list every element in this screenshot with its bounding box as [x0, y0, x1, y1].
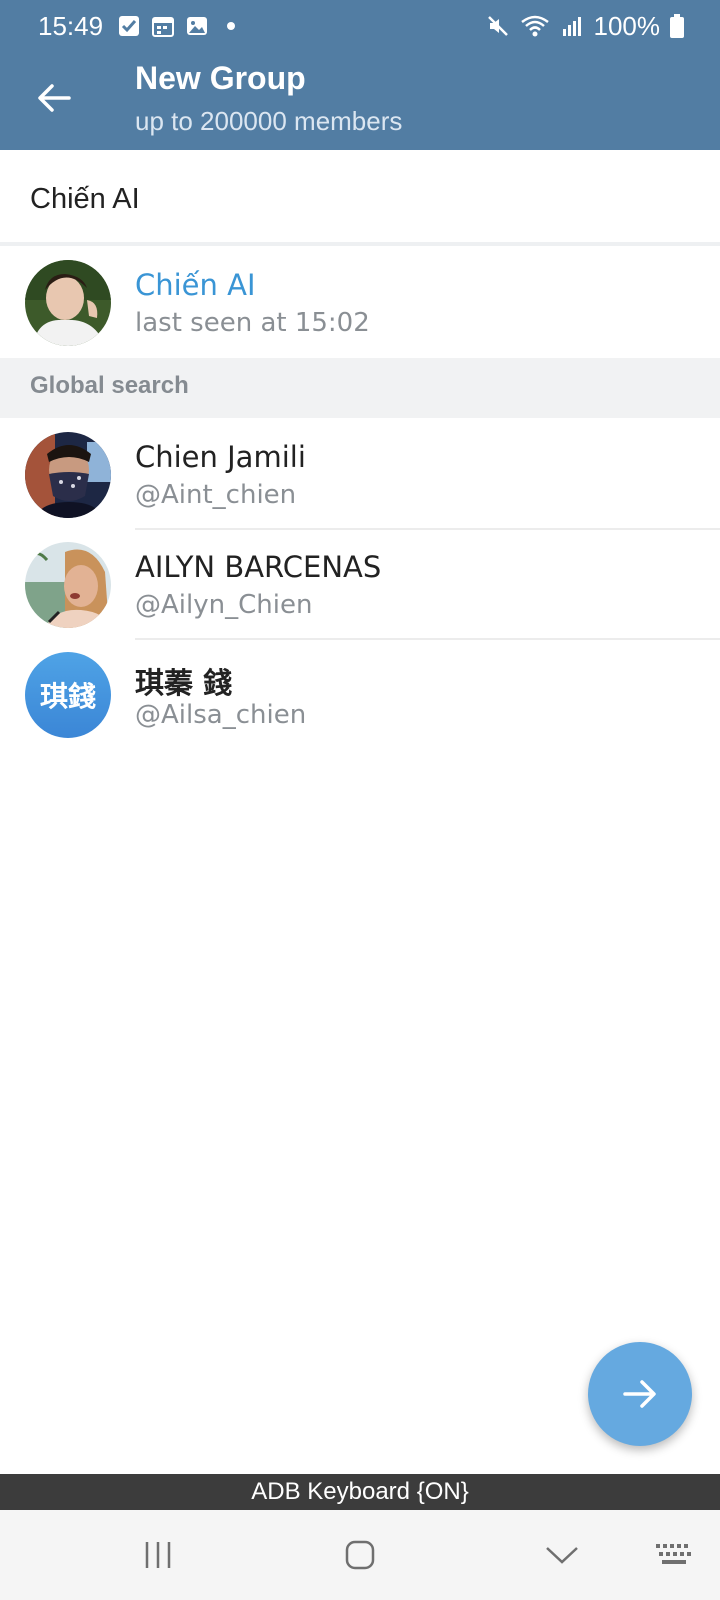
back-chevron-icon: [546, 1547, 578, 1564]
adb-keyboard-bar: ADB Keyboard {ON}: [0, 1474, 720, 1510]
battery-percent: 100%: [593, 10, 661, 41]
home-icon: [345, 1540, 375, 1570]
avatar: [25, 542, 111, 628]
result-name: Chien Jamili: [135, 440, 306, 474]
global-search-header: Global search: [0, 358, 720, 418]
arrow-right-icon: [623, 1380, 656, 1408]
keyboard-icon: [656, 1544, 691, 1564]
page-subtitle: up to 200000 members: [135, 106, 403, 136]
back-nav-button[interactable]: [532, 1530, 592, 1580]
contact-last-seen: last seen at 15:02: [135, 308, 370, 338]
status-left: 15:49: [38, 11, 243, 42]
page-title: New Group: [135, 60, 306, 96]
avatar: [25, 432, 111, 518]
contact-name: Chiến AI: [135, 268, 256, 302]
avatar-initials: 琪錢: [25, 652, 111, 738]
result-username: @Aint_chien: [135, 480, 297, 510]
search-area: [0, 150, 720, 246]
result-name: 琪蓁 錢: [135, 666, 233, 700]
arrow-left-icon: [38, 84, 71, 112]
image-notification-icon: [185, 14, 209, 38]
back-button[interactable]: [26, 70, 82, 126]
section-label: Global search: [30, 372, 189, 399]
avatar: [25, 260, 111, 346]
home-button[interactable]: [330, 1530, 390, 1580]
battery-icon: [670, 14, 684, 38]
result-username: @Ailyn_Chien: [135, 590, 313, 620]
calendar-notification-icon: [151, 14, 175, 38]
global-result-row[interactable]: AILYN BARCENAS @Ailyn_Chien: [0, 530, 720, 640]
system-nav-bar: [0, 1510, 720, 1600]
recents-button[interactable]: [128, 1530, 188, 1580]
recents-icon: [145, 1542, 171, 1568]
status-bar: 15:49 100%: [0, 0, 720, 52]
wifi-icon: [520, 14, 550, 38]
result-name: AILYN BARCENAS: [135, 550, 382, 584]
toolbar: New Group up to 200000 members: [0, 52, 720, 150]
keyboard-button[interactable]: [644, 1530, 704, 1580]
next-button[interactable]: [588, 1342, 692, 1446]
signal-icon: [560, 14, 584, 38]
dot-icon: [219, 14, 243, 38]
result-username: @Ailsa_chien: [135, 700, 307, 730]
global-result-row[interactable]: 琪錢 琪蓁 錢 @Ailsa_chien: [0, 640, 720, 750]
app-header-bar: 15:49 100% New Group up to 200000 member…: [0, 0, 720, 150]
search-input[interactable]: [30, 174, 690, 224]
status-right: 100%: [486, 10, 684, 42]
mute-icon: [486, 14, 510, 38]
global-result-row[interactable]: Chien Jamili @Aint_chien: [0, 420, 720, 530]
status-time: 15:49: [38, 10, 104, 41]
checkbox-notification-icon: [117, 14, 141, 38]
contact-row[interactable]: Chiến AI last seen at 15:02: [0, 248, 720, 358]
avatar: 琪錢: [25, 652, 111, 738]
